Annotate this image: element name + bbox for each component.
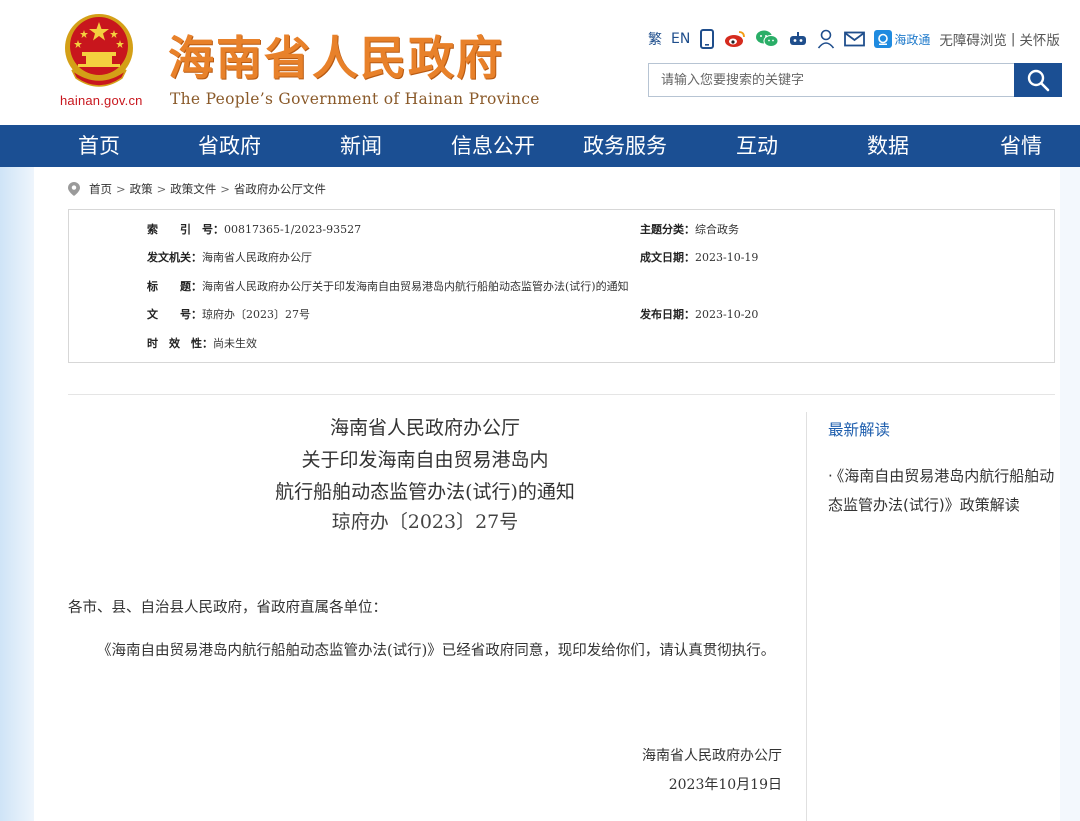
latest-interpretation-item[interactable]: · 《海南自由贸易港岛内航行船舶动态监管办法(试行)》政策解读 bbox=[828, 462, 1060, 520]
article-doc-number: 琼府办〔2023〕27号 bbox=[331, 511, 519, 533]
site-header: hainan.gov.cn 海南省人民政府 The People’s Gover… bbox=[0, 0, 1080, 125]
article-paragraph: 《海南自由贸易港岛内航行船舶动态监管办法(试行)》已经省政府同意，现印发给你们，… bbox=[97, 643, 776, 659]
site-logo-english[interactable]: The People’s Government of Hainan Provin… bbox=[170, 90, 540, 108]
article-title-line-2: 关于印发海南自由贸易港岛内 bbox=[301, 449, 549, 471]
breadcrumb-chevron-icon: > bbox=[156, 182, 167, 196]
breadcrumb-chevron-icon: > bbox=[116, 182, 126, 196]
breadcrumb-home[interactable]: 首页 bbox=[89, 181, 112, 197]
document-metadata-box: 索 引 号：00817365-1/2023-93527 主题分类：综合政务 发文… bbox=[68, 209, 1055, 363]
meta-doc-number: 文 号：琼府办〔2023〕27号 bbox=[147, 308, 310, 321]
accessibility-link[interactable]: 无障碍浏览 bbox=[939, 29, 1007, 49]
meta-title: 标 题：海南省人民政府办公厅关于印发海南自由贸易港岛内航行船舶动态监管办法(试行… bbox=[147, 280, 629, 293]
right-gradient-strip bbox=[1060, 167, 1080, 821]
column-divider bbox=[806, 412, 807, 821]
site-logo-chinese[interactable]: 海南省人民政府 bbox=[168, 22, 504, 88]
article-signature: 海南省人民政府办公厅 bbox=[642, 748, 782, 764]
article-title-line-1: 海南省人民政府办公厅 bbox=[329, 417, 520, 439]
search-icon bbox=[1027, 69, 1050, 92]
nav-item-provincial-government[interactable]: 省政府 bbox=[198, 125, 261, 167]
nav-item-home[interactable]: 首页 bbox=[78, 125, 120, 167]
article-date: 2023年10月19日 bbox=[668, 777, 782, 793]
elderly-mode-link[interactable]: 关怀版 bbox=[1019, 29, 1060, 49]
nav-item-government-services[interactable]: 政务服务 bbox=[583, 125, 667, 167]
mail-icon[interactable] bbox=[844, 31, 866, 47]
meta-created-date: 成文日期：2023-10-19 bbox=[640, 251, 759, 264]
nav-item-interaction[interactable]: 互动 bbox=[736, 125, 778, 167]
breadcrumb-chevron-icon: > bbox=[220, 182, 230, 196]
left-gradient-strip bbox=[0, 167, 34, 821]
national-emblem-icon[interactable] bbox=[62, 10, 136, 88]
english-link[interactable]: EN bbox=[671, 31, 690, 47]
nav-item-information-disclosure[interactable]: 信息公开 bbox=[451, 125, 535, 167]
latest-interpretation-link[interactable]: 《海南自由贸易港岛内航行船舶动态监管办法(试行)》政策解读 bbox=[828, 467, 1054, 514]
hainan-zwt-label: 海政通 bbox=[894, 32, 931, 47]
meta-validity: 时 效 性：尚未生效 bbox=[147, 337, 257, 350]
content-divider bbox=[68, 394, 1055, 395]
header-toolbar: 繁 EN 海政通 无障碍浏览 | 关怀版 bbox=[648, 28, 1060, 50]
site-domain: hainan.gov.cn bbox=[60, 93, 143, 108]
article-salutation: 各市、县、自治县人民政府，省政府直属各单位： bbox=[68, 600, 387, 616]
robot-icon[interactable] bbox=[788, 31, 808, 47]
list-bullet: · bbox=[828, 467, 833, 485]
breadcrumb-policy[interactable]: 政策 bbox=[130, 181, 153, 197]
user-icon[interactable] bbox=[817, 29, 835, 49]
nav-item-news[interactable]: 新闻 bbox=[340, 125, 382, 167]
meta-published-date: 发布日期：2023-10-20 bbox=[640, 308, 759, 321]
main-nav: 首页 省政府 新闻 信息公开 政务服务 互动 数据 省情 bbox=[0, 125, 1080, 167]
breadcrumb-policy-documents[interactable]: 政策文件 bbox=[170, 181, 216, 197]
traditional-chinese-link[interactable]: 繁 bbox=[648, 29, 662, 49]
hainan-zwt-icon bbox=[874, 30, 893, 48]
location-pin-icon bbox=[68, 182, 80, 196]
meta-issuer: 发文机关：海南省人民政府办公厅 bbox=[147, 251, 312, 264]
nav-item-province-overview[interactable]: 省情 bbox=[1000, 125, 1042, 167]
breadcrumb: 首页 > 政策 > 政策文件 > 省政府办公厅文件 bbox=[68, 181, 326, 197]
hainan-zwt-link[interactable]: 海政通 bbox=[874, 30, 930, 48]
meta-topic: 主题分类：综合政务 bbox=[640, 223, 739, 236]
nav-item-data[interactable]: 数据 bbox=[867, 125, 909, 167]
mobile-icon[interactable] bbox=[699, 29, 715, 49]
toolbar-separator: | bbox=[1010, 31, 1016, 47]
breadcrumb-office-documents[interactable]: 省政府办公厅文件 bbox=[234, 181, 326, 197]
wechat-icon[interactable] bbox=[755, 29, 779, 49]
meta-index: 索 引 号：00817365-1/2023-93527 bbox=[147, 223, 362, 236]
search-input[interactable] bbox=[649, 64, 1039, 96]
article-title-line-3: 航行船舶动态监管办法(试行)的通知 bbox=[275, 481, 575, 503]
search-button[interactable] bbox=[1014, 63, 1062, 97]
weibo-icon[interactable] bbox=[724, 30, 746, 48]
search-box bbox=[648, 63, 1062, 97]
latest-interpretation-heading: 最新解读 bbox=[828, 421, 891, 439]
